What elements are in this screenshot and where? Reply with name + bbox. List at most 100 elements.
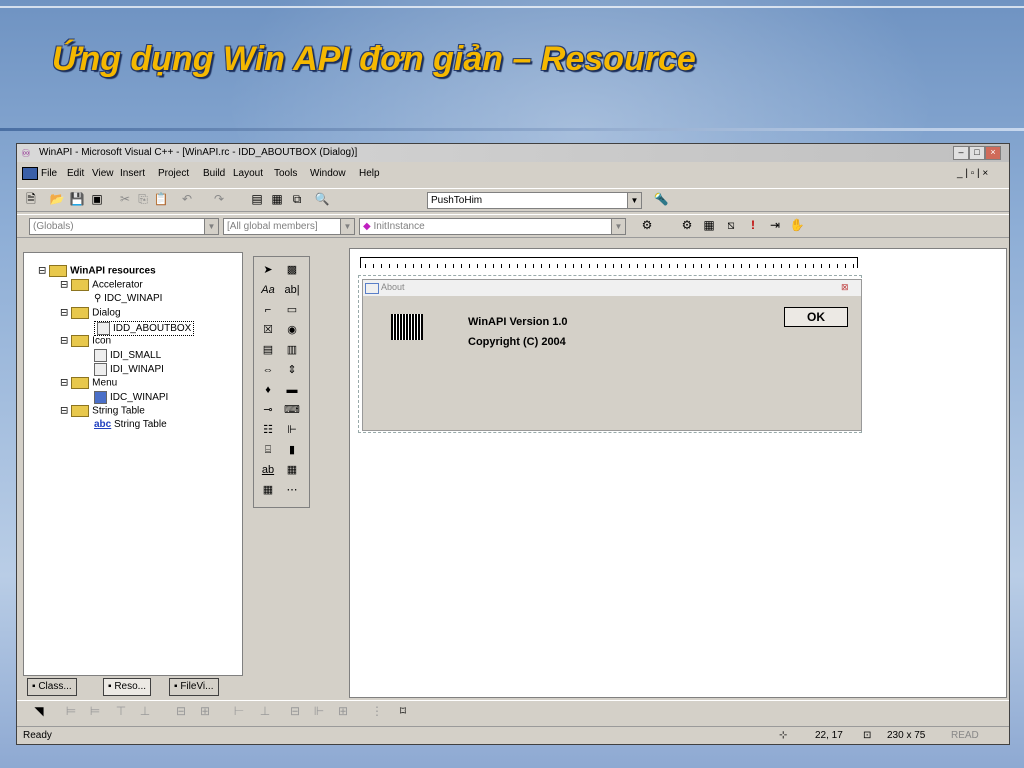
go-icon[interactable]: ⇥: [767, 218, 783, 233]
picture-icon[interactable]: ▩: [282, 261, 302, 279]
tree-item-menu[interactable]: ⊟ Menu: [60, 377, 117, 389]
open-icon[interactable]: 📂: [49, 192, 65, 207]
progress-icon[interactable]: ▬: [282, 381, 302, 399]
close-button[interactable]: ×: [985, 146, 1001, 160]
center-vertical-icon[interactable]: ⊟: [173, 704, 189, 719]
space-across-icon[interactable]: ⊢: [231, 704, 247, 719]
workspace-icon[interactable]: ▤: [249, 192, 265, 207]
tree-item-idc-winapi-accel[interactable]: ⚲ IDC_WINAPI: [94, 293, 162, 304]
minimize-button[interactable]: –: [953, 146, 969, 160]
version-label[interactable]: WinAPI Version 1.0: [468, 316, 568, 328]
align-left-icon[interactable]: ⊨: [63, 704, 79, 719]
tab-classview[interactable]: ▪ Class...: [27, 678, 77, 696]
tree-item-dialog[interactable]: ⊟ Dialog: [60, 307, 121, 319]
menu-window[interactable]: Window: [310, 168, 346, 179]
tree-item-idi-small[interactable]: IDI_SMALL: [94, 349, 161, 362]
app-icon-picture[interactable]: [391, 314, 423, 340]
breakpoint-icon[interactable]: ✋: [789, 218, 805, 233]
tree-item-idc-winapi-menu[interactable]: IDC_WINAPI: [94, 391, 168, 404]
menu-build[interactable]: Build: [203, 168, 225, 179]
redo-icon[interactable]: ↷: [211, 192, 227, 207]
test-dialog-icon[interactable]: ◥: [31, 704, 47, 719]
filter-combo[interactable]: [All global members] ▼: [223, 218, 355, 235]
find-in-files-icon[interactable]: 🔍: [314, 192, 330, 207]
cut-icon[interactable]: ✂: [117, 192, 133, 207]
align-right-icon[interactable]: ⊨: [87, 704, 103, 719]
spin-icon[interactable]: ♦: [258, 381, 278, 399]
same-height-icon[interactable]: ⊩: [311, 704, 327, 719]
tab-resourceview[interactable]: ▪ Reso...: [103, 678, 152, 696]
new-text-file-icon[interactable]: 🗎: [23, 192, 39, 207]
align-top-icon[interactable]: ⊤: [113, 704, 129, 719]
find-combo[interactable]: PushToHim ▼: [427, 192, 642, 209]
date-picker-icon[interactable]: ▦: [282, 461, 302, 479]
chevron-down-icon[interactable]: ▼: [340, 219, 354, 234]
window-list-icon[interactable]: ⧉: [289, 192, 305, 207]
save-icon[interactable]: 💾: [69, 192, 85, 207]
chevron-down-icon[interactable]: ▼: [611, 219, 625, 234]
tree-root[interactable]: ⊟ WinAPI resources: [38, 265, 156, 277]
edit-box-icon[interactable]: ab|: [282, 281, 302, 299]
rich-edit-icon[interactable]: ab: [258, 461, 278, 479]
combo-box-icon[interactable]: ▤: [258, 341, 278, 359]
class-combo[interactable]: (Globals) ▼: [29, 218, 219, 235]
mdi-controls[interactable]: _ | ▫ | ×: [957, 168, 988, 179]
copyright-label[interactable]: Copyright (C) 2004: [468, 336, 566, 348]
center-horizontal-icon[interactable]: ⊞: [197, 704, 213, 719]
slider-icon[interactable]: ⊸: [258, 401, 278, 419]
check-box-icon[interactable]: ☒: [258, 321, 278, 339]
wizard-action-icon[interactable]: ⚙: [639, 218, 655, 233]
build-icon[interactable]: ▦: [701, 218, 717, 233]
static-text-icon[interactable]: Aa: [258, 281, 278, 299]
paste-icon[interactable]: 📋: [153, 192, 169, 207]
menu-tools[interactable]: Tools: [274, 168, 297, 179]
chevron-down-icon[interactable]: ▼: [204, 219, 218, 234]
menu-project[interactable]: Project: [158, 168, 189, 179]
tree-item-string-table[interactable]: abc String Table: [94, 419, 167, 430]
space-down-icon[interactable]: ⊥: [257, 704, 273, 719]
menu-file[interactable]: File: [41, 168, 57, 179]
tab-fileview[interactable]: ▪ FileVi...: [169, 678, 219, 696]
list-box-icon[interactable]: ▥: [282, 341, 302, 359]
output-icon[interactable]: ▦: [269, 192, 285, 207]
copy-icon[interactable]: ⎘: [135, 192, 151, 207]
menu-view[interactable]: View: [92, 168, 114, 179]
pointer-icon[interactable]: ➤: [258, 261, 278, 279]
menu-edit[interactable]: Edit: [67, 168, 84, 179]
menu-insert[interactable]: Insert: [120, 168, 145, 179]
tree-item-idd-aboutbox[interactable]: IDD_ABOUTBOX: [94, 321, 195, 336]
radio-button-icon[interactable]: ◉: [282, 321, 302, 339]
stop-build-icon[interactable]: ⧅: [723, 218, 739, 233]
horizontal-scroll-icon[interactable]: ⇔: [258, 361, 278, 379]
member-combo[interactable]: ◆ InitInstance ▼: [359, 218, 626, 235]
chevron-down-icon[interactable]: ▼: [627, 193, 641, 208]
group-box-icon[interactable]: ⌐: [258, 301, 278, 319]
execute-icon[interactable]: !: [745, 218, 761, 233]
list-control-icon[interactable]: ☷: [258, 421, 278, 439]
hotkey-icon[interactable]: ⌨: [282, 401, 302, 419]
toggle-guides-icon[interactable]: ⌑: [395, 704, 411, 719]
button-icon[interactable]: ▭: [282, 301, 302, 319]
tree-item-accelerator[interactable]: ⊟ Accelerator: [60, 279, 143, 291]
maximize-button[interactable]: □: [969, 146, 985, 160]
tree-item-string-table-folder[interactable]: ⊟ String Table: [60, 405, 145, 417]
menu-layout[interactable]: Layout: [233, 168, 263, 179]
month-calendar-icon[interactable]: ▦: [258, 481, 278, 499]
ok-button[interactable]: OK: [784, 307, 848, 327]
tree-control-icon[interactable]: ⊩: [282, 421, 302, 439]
same-width-icon[interactable]: ⊟: [287, 704, 303, 719]
save-all-icon[interactable]: ▣: [89, 192, 105, 207]
tree-item-idi-winapi[interactable]: IDI_WINAPI: [94, 363, 164, 376]
align-bottom-icon[interactable]: ⊥: [137, 704, 153, 719]
tab-control-icon[interactable]: ⌸: [258, 441, 278, 459]
undo-icon[interactable]: ↶: [179, 192, 195, 207]
compile-icon[interactable]: ⚙: [679, 218, 695, 233]
close-icon[interactable]: ⊠: [841, 282, 849, 293]
same-size-icon[interactable]: ⊞: [335, 704, 351, 719]
toggle-grid-icon[interactable]: ⋮: [369, 704, 385, 719]
tree-item-icon[interactable]: ⊟ Icon: [60, 335, 111, 347]
animate-icon[interactable]: ▮: [282, 441, 302, 459]
find-icon[interactable]: 🔦: [653, 192, 669, 207]
about-dialog[interactable]: About ⊠ WinAPI Version 1.0 Copyright (C)…: [362, 279, 862, 431]
vertical-scroll-icon[interactable]: ⇕: [282, 361, 302, 379]
